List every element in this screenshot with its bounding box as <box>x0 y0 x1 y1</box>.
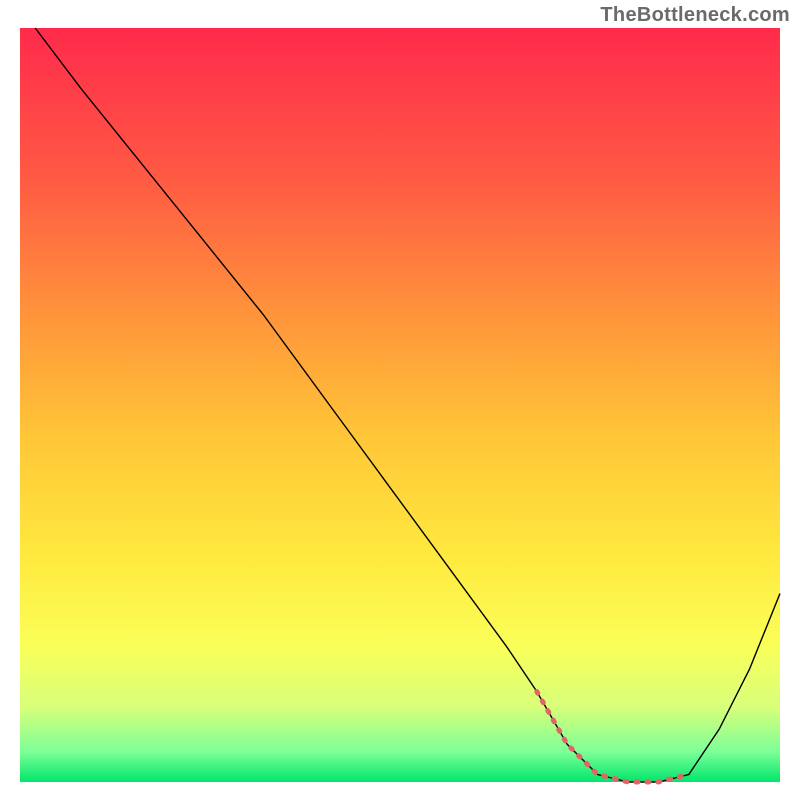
plot-area <box>20 28 780 782</box>
chart-container: TheBottleneck.com <box>0 0 800 800</box>
watermark-text: TheBottleneck.com <box>600 4 790 27</box>
gradient-background <box>20 28 780 782</box>
bottleneck-chart <box>0 0 800 800</box>
